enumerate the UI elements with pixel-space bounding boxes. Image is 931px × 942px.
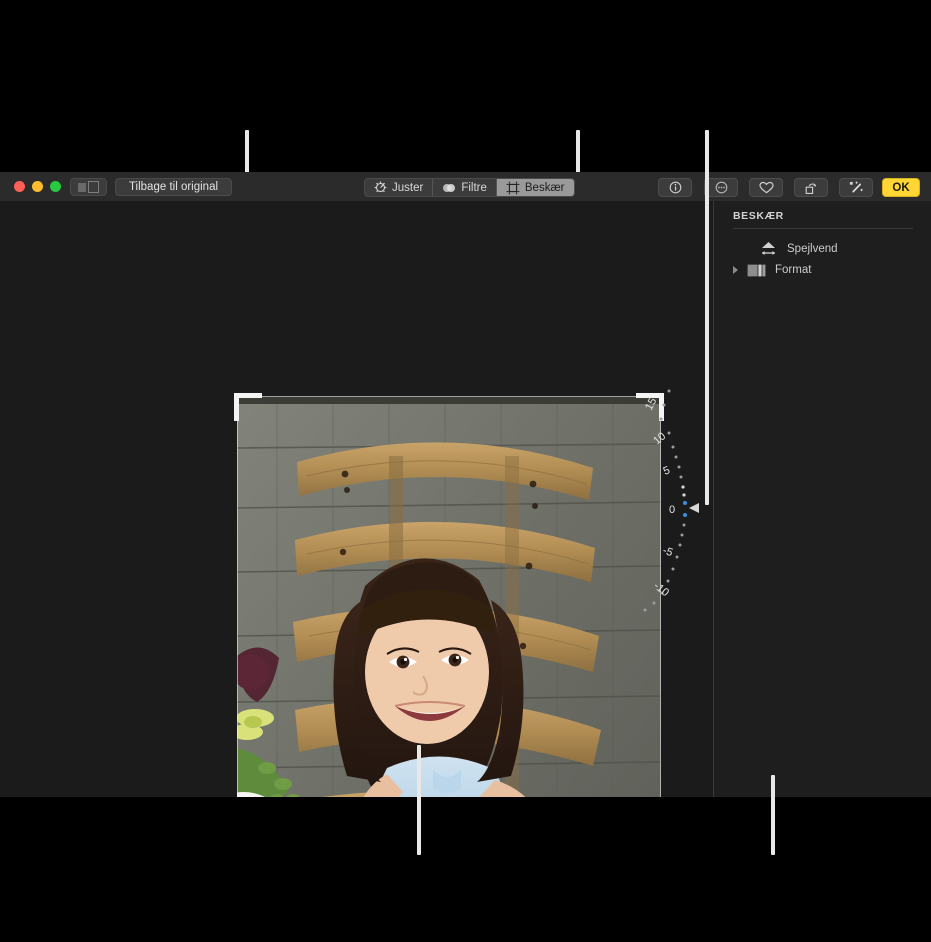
dial-tick-0: 0 bbox=[669, 504, 675, 516]
info-button[interactable] bbox=[658, 178, 692, 197]
maximize-window-button[interactable] bbox=[50, 181, 61, 192]
compare-split-view-icon-outline bbox=[88, 181, 99, 193]
more-options-button[interactable] bbox=[704, 178, 738, 197]
tab-crop[interactable]: Beskær bbox=[496, 179, 574, 196]
minimize-window-button[interactable] bbox=[32, 181, 43, 192]
photo-crop-area[interactable] bbox=[234, 393, 664, 797]
inspector-title-rule bbox=[733, 228, 913, 229]
confirm-ok-label: OK bbox=[892, 181, 910, 194]
tab-adjust[interactable]: Juster bbox=[365, 179, 434, 196]
dial-tick-10: 10 bbox=[651, 430, 668, 447]
callout-line-auto-button bbox=[771, 775, 775, 855]
enhance-button[interactable] bbox=[839, 178, 873, 197]
callout-line-crop-tab bbox=[576, 130, 580, 175]
dial-tick-minus5: -5 bbox=[661, 545, 674, 560]
rotate-button[interactable] bbox=[794, 178, 828, 197]
heart-icon bbox=[758, 181, 774, 194]
aspect-ratio-icon bbox=[747, 264, 766, 276]
inspector-title: BESKÆR bbox=[733, 210, 784, 222]
crop-frame-icon bbox=[506, 181, 520, 194]
info-circle-icon bbox=[669, 181, 681, 194]
dial-tick-5: 5 bbox=[662, 464, 672, 477]
crop-handle-top-left-v[interactable] bbox=[234, 393, 239, 421]
revert-to-original-label: Tilbage til original bbox=[128, 181, 219, 193]
rotate-left-icon bbox=[805, 182, 816, 194]
tab-crop-label: Beskær bbox=[524, 181, 565, 194]
dial-pointer-marker bbox=[689, 503, 699, 513]
inspector-row-flip[interactable]: Spejlvend bbox=[733, 238, 913, 260]
flip-horizontal-icon bbox=[762, 242, 775, 255]
tab-adjust-label: Juster bbox=[392, 181, 424, 194]
inspector-row-aspect[interactable]: Format bbox=[733, 259, 913, 281]
adjust-dial-icon bbox=[374, 181, 387, 193]
toolbar: Tilbage til original Juster Filtre Beskæ… bbox=[0, 172, 931, 202]
favorite-button[interactable] bbox=[749, 178, 783, 197]
editor-canvas: 15 10 5 0 -5 -10 bbox=[0, 201, 713, 797]
crop-edge-left[interactable] bbox=[237, 396, 238, 797]
photo-image[interactable] bbox=[237, 396, 661, 797]
dial-tick-15: 15 bbox=[643, 396, 659, 412]
confirm-ok-button[interactable]: OK bbox=[882, 178, 920, 197]
inspector-panel: BESKÆR Spejlvend Format Auto Nulsti bbox=[714, 201, 931, 797]
chevron-right-icon[interactable] bbox=[733, 266, 738, 274]
compare-split-view-icon bbox=[78, 182, 86, 192]
callout-line-dial bbox=[705, 130, 709, 505]
inspector-row-flip-label: Spejlvend bbox=[787, 243, 838, 255]
tab-filters-label: Filtre bbox=[461, 181, 487, 194]
more-ellipsis-circle-icon bbox=[715, 181, 727, 194]
edit-mode-segmented-control: Juster Filtre Beskær bbox=[364, 178, 575, 197]
close-window-button[interactable] bbox=[14, 181, 25, 192]
inspector-row-aspect-label: Format bbox=[775, 264, 812, 276]
photo-editor-window: Tilbage til original Juster Filtre Beskæ… bbox=[0, 172, 931, 797]
tab-filters[interactable]: Filtre bbox=[433, 179, 497, 196]
dial-tick-minus10: -10 bbox=[651, 580, 671, 599]
rotation-dial[interactable]: 15 10 5 0 -5 -10 bbox=[639, 383, 701, 613]
filters-circles-icon bbox=[443, 183, 456, 192]
magic-wand-icon bbox=[849, 181, 863, 192]
revert-to-original-button[interactable]: Tilbage til original bbox=[115, 178, 232, 196]
compare-original-button[interactable] bbox=[70, 178, 107, 196]
callout-line-photo bbox=[417, 745, 421, 855]
crop-edge-top[interactable] bbox=[237, 396, 661, 397]
